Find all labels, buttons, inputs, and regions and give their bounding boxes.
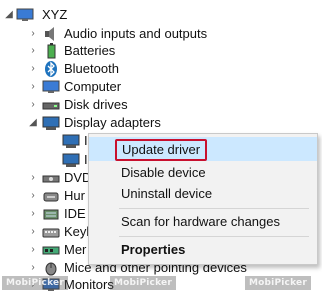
display-adapter-icon bbox=[62, 134, 80, 148]
menu-item-label: Uninstall device bbox=[121, 186, 213, 201]
tree-root-label: XYZ bbox=[42, 7, 68, 22]
expanded-arrow-icon[interactable]: ◢ bbox=[28, 117, 38, 129]
tree-item-label: Hur bbox=[64, 188, 85, 203]
dvd-icon bbox=[42, 175, 60, 183]
watermark-logo: MobiPicker bbox=[110, 276, 176, 290]
computer-icon bbox=[42, 80, 60, 93]
collapsed-arrow-icon[interactable]: › bbox=[28, 81, 38, 93]
display-adapter-icon bbox=[62, 153, 80, 167]
menu-item-uninstall-device[interactable]: Uninstall device bbox=[89, 182, 317, 206]
tree-item-batteries[interactable]: › Batteries bbox=[0, 41, 322, 61]
expanded-arrow-icon[interactable]: ◢ bbox=[4, 9, 14, 21]
bluetooth-icon bbox=[45, 61, 57, 77]
collapsed-arrow-icon[interactable]: › bbox=[28, 226, 38, 238]
menu-item-scan-hardware[interactable]: Scan for hardware changes bbox=[89, 210, 317, 234]
collapsed-arrow-icon[interactable]: › bbox=[28, 262, 38, 274]
display-adapter-icon bbox=[42, 116, 60, 130]
tree-item-disk-drives[interactable]: › Disk drives bbox=[0, 95, 322, 115]
watermark-logo: MobiPicker bbox=[245, 276, 311, 290]
keyboard-icon bbox=[42, 228, 60, 238]
tree-item-label: Computer bbox=[64, 79, 122, 94]
collapsed-arrow-icon[interactable]: › bbox=[28, 99, 38, 111]
hid-icon bbox=[43, 192, 59, 202]
menu-separator bbox=[119, 208, 309, 209]
tree-item-label: Disk drives bbox=[64, 97, 128, 112]
menu-item-properties[interactable]: Properties bbox=[89, 238, 317, 262]
tree-item-computer[interactable]: › Computer bbox=[0, 77, 322, 97]
context-menu: Update driver Disable device Uninstall d… bbox=[88, 133, 318, 265]
menu-item-label: Properties bbox=[121, 242, 186, 257]
tree-item-label: Mer bbox=[64, 242, 87, 257]
disk-drive-icon bbox=[42, 102, 60, 110]
battery-icon bbox=[47, 43, 56, 59]
tree-item-label: Audio inputs and outputs bbox=[64, 26, 208, 41]
menu-item-update-driver[interactable]: Update driver bbox=[89, 137, 317, 161]
tree-item-label: Monitors bbox=[64, 277, 114, 292]
collapsed-arrow-icon[interactable]: › bbox=[28, 244, 38, 256]
tree-item-display-adapters[interactable]: ◢ Display adapters bbox=[0, 113, 322, 133]
tree-item-label: Bluetooth bbox=[64, 61, 119, 76]
collapsed-arrow-icon[interactable]: › bbox=[28, 208, 38, 220]
tree-item-label: Display adapters bbox=[64, 115, 161, 130]
menu-item-label: Update driver bbox=[115, 139, 208, 161]
collapsed-arrow-icon[interactable]: › bbox=[28, 63, 38, 75]
collapsed-arrow-icon[interactable]: › bbox=[28, 45, 38, 57]
tree-item-bluetooth[interactable]: › Bluetooth bbox=[0, 59, 322, 79]
ide-icon bbox=[43, 209, 59, 220]
tree-root-xyz[interactable]: ◢ XYZ bbox=[0, 5, 322, 25]
watermark-logo: MobiPicker bbox=[2, 276, 68, 290]
tree-item-label: Batteries bbox=[64, 43, 116, 58]
memory-icon bbox=[42, 246, 60, 255]
computer-icon bbox=[16, 8, 34, 21]
speaker-icon bbox=[45, 27, 54, 41]
menu-separator bbox=[119, 236, 309, 237]
collapsed-arrow-icon[interactable]: › bbox=[28, 172, 38, 184]
collapsed-arrow-icon[interactable]: › bbox=[28, 28, 38, 40]
collapsed-arrow-icon[interactable]: › bbox=[28, 190, 38, 202]
mouse-icon bbox=[45, 262, 57, 276]
menu-item-label: Scan for hardware changes bbox=[121, 214, 280, 229]
